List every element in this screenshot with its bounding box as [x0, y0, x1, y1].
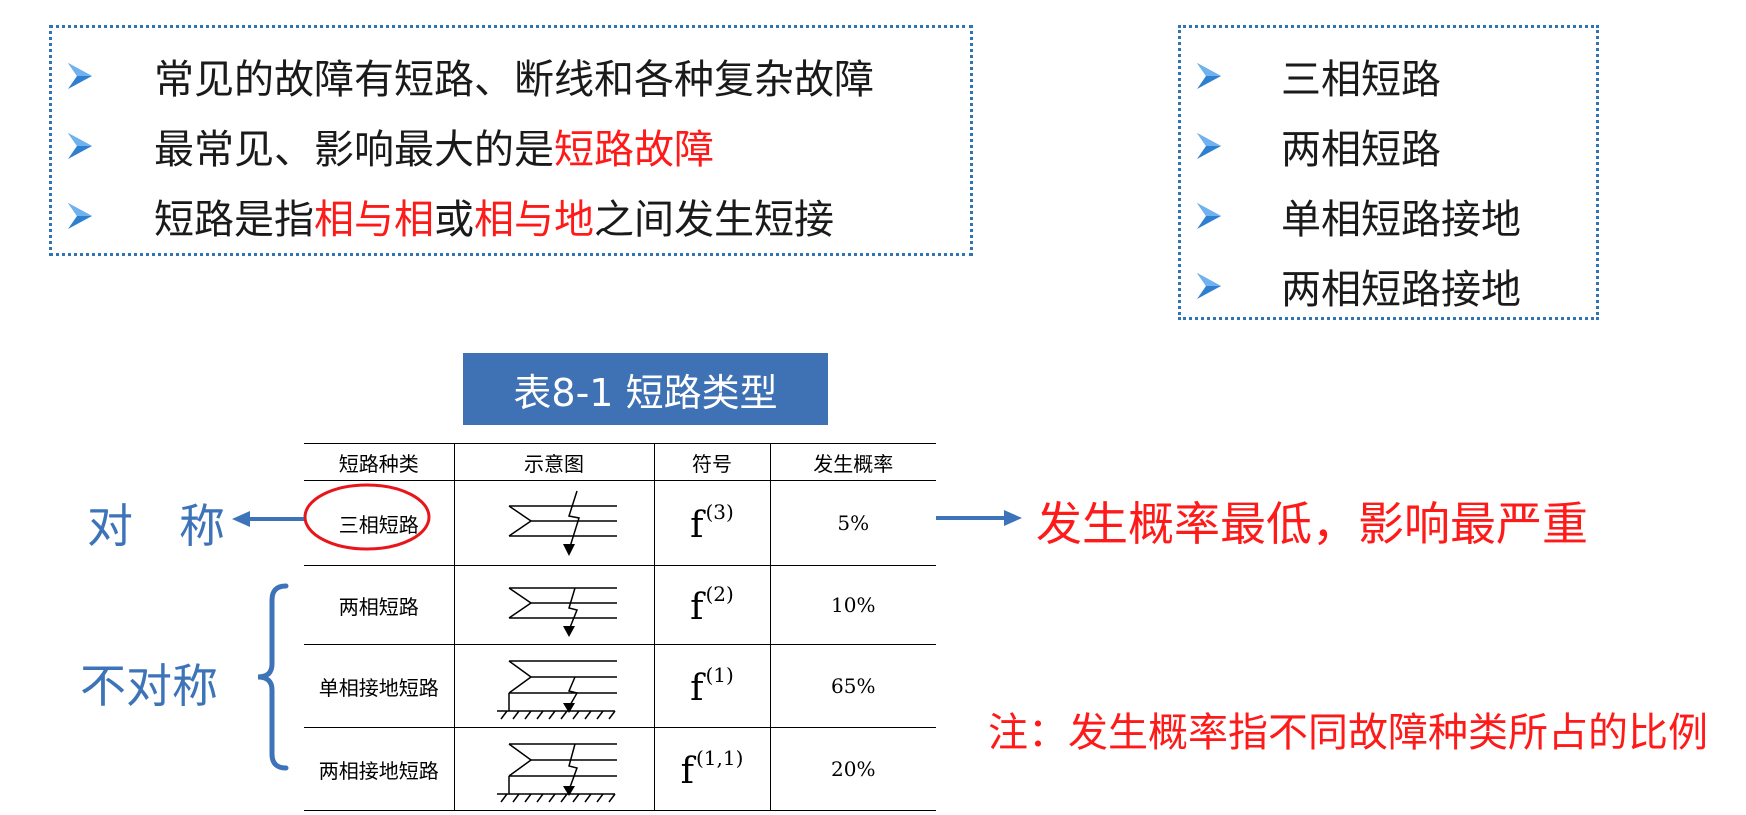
symbol-cell: f (1) — [653, 644, 770, 728]
three-phase-short-diagram — [508, 490, 617, 556]
column-header: 发生概率 — [769, 443, 936, 481]
column-header: 短路种类 — [304, 443, 454, 481]
bullet-text: 单相短路接地 — [1281, 197, 1521, 243]
left-brace-icon — [257, 583, 289, 771]
diagram-cell — [453, 727, 654, 811]
arrowhead-bullet-icon — [68, 63, 92, 89]
column-header: 示意图 — [453, 443, 654, 481]
arrowhead-bullet-icon — [68, 133, 92, 159]
bullet-text: 最常见、影响最大的是短路故障 — [154, 127, 714, 173]
bullet-text: 三相短路 — [1281, 57, 1441, 103]
table-row: 两相接地短路 f (1,1) 20% — [304, 727, 936, 811]
symbol-cell: f (3) — [653, 480, 770, 566]
short-circuit-types-box: 三相短路 两相短路 单相短路接地 两相短路接地 — [1178, 25, 1599, 320]
table-title: 表8-1 短路类型 — [463, 353, 828, 425]
probability-cell: 5% — [769, 480, 936, 566]
arrowhead-bullet-icon — [1197, 63, 1221, 89]
fault-intro-box: 常见的故障有短路、断线和各种复杂故障 最常见、影响最大的是短路故障 短路是指相与… — [49, 25, 973, 256]
asymmetric-label: 不对称 — [80, 659, 218, 713]
arrowhead-bullet-icon — [68, 203, 92, 229]
bullet-item: 短路是指相与相或相与地之间发生短接 — [68, 186, 834, 246]
bullet-item: 三相短路 — [1197, 46, 1441, 106]
bullet-item: 两相短路 — [1197, 116, 1441, 176]
symmetric-label: 对 称 — [87, 499, 225, 553]
table-header-row: 短路种类 示意图 符号 发生概率 — [304, 443, 936, 481]
bullet-item: 单相短路接地 — [1197, 186, 1521, 246]
two-phase-ground-short-diagram — [497, 743, 617, 803]
short-type-cell: 两相接地短路 — [304, 727, 454, 811]
bullet-item: 常见的故障有短路、断线和各种复杂故障 — [68, 46, 874, 106]
note-text: 注：发生概率指不同故障种类所占的比例 — [988, 710, 1708, 756]
single-phase-ground-short-diagram — [497, 660, 617, 720]
symbol-cell: f (1,1) — [653, 727, 770, 811]
arrow-right-icon — [936, 510, 1022, 526]
highlight-circle — [303, 483, 431, 551]
bullet-item: 两相短路接地 — [1197, 256, 1521, 316]
lowest-probability-statement: 发生概率最低，影响最严重 — [1036, 497, 1588, 551]
arrowhead-bullet-icon — [1197, 133, 1221, 159]
table-row: 两相短路 f (2) 10% — [304, 565, 936, 645]
symbol-cell: f (2) — [653, 565, 770, 645]
diagram-cell — [453, 644, 654, 728]
diagram-cell — [453, 565, 654, 645]
bullet-text: 两相短路接地 — [1281, 267, 1521, 313]
probability-cell: 65% — [769, 644, 936, 728]
bullet-text: 常见的故障有短路、断线和各种复杂故障 — [154, 57, 874, 103]
arrowhead-bullet-icon — [1197, 203, 1221, 229]
short-type-cell: 单相接地短路 — [304, 644, 454, 728]
arrow-left-icon — [232, 511, 304, 527]
table-row: 单相接地短路 f (1) 65% — [304, 644, 936, 728]
column-header: 符号 — [653, 443, 770, 481]
short-type-cell: 两相短路 — [304, 565, 454, 645]
bullet-text: 短路是指相与相或相与地之间发生短接 — [154, 197, 834, 243]
diagram-cell — [453, 480, 654, 566]
two-phase-short-diagram — [508, 587, 617, 637]
arrowhead-bullet-icon — [1197, 273, 1221, 299]
probability-cell: 10% — [769, 565, 936, 645]
bullet-text: 两相短路 — [1281, 127, 1441, 173]
bullet-item: 最常见、影响最大的是短路故障 — [68, 116, 714, 176]
probability-cell: 20% — [769, 727, 936, 811]
